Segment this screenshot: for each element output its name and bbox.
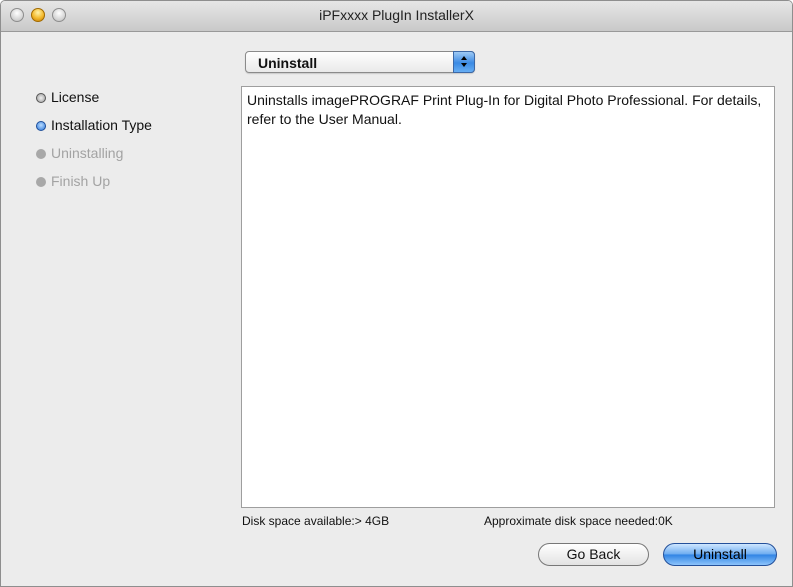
go-back-button[interactable]: Go Back bbox=[538, 543, 649, 566]
updown-arrows-icon bbox=[453, 51, 475, 73]
step-label: License bbox=[51, 89, 100, 105]
install-type-select[interactable]: Uninstall bbox=[245, 51, 475, 73]
step-current-bullet-icon bbox=[36, 121, 46, 131]
step-license: License bbox=[36, 89, 226, 117]
step-done-bullet-icon bbox=[36, 93, 46, 103]
install-type-select-value: Uninstall bbox=[258, 55, 318, 71]
disk-space-available: Disk space available:> 4GB bbox=[242, 514, 390, 528]
description-text: Uninstalls imagePROGRAF Print Plug-In fo… bbox=[247, 92, 762, 127]
installer-steps: License Installation Type Uninstalling F… bbox=[36, 89, 226, 201]
step-finish-up: Finish Up bbox=[36, 173, 226, 201]
disk-space-needed: Approximate disk space needed:0K bbox=[484, 514, 673, 528]
title-bar[interactable]: iPFxxxx PlugIn InstallerX bbox=[1, 1, 792, 32]
step-pending-bullet-icon bbox=[36, 149, 46, 159]
description-panel[interactable]: Uninstalls imagePROGRAF Print Plug-In fo… bbox=[241, 86, 775, 508]
window-title: iPFxxxx PlugIn InstallerX bbox=[319, 7, 474, 23]
step-label: Installation Type bbox=[51, 117, 152, 133]
uninstall-button[interactable]: Uninstall bbox=[663, 543, 777, 566]
step-installation-type: Installation Type bbox=[36, 117, 226, 145]
step-pending-bullet-icon bbox=[36, 177, 46, 187]
step-label: Finish Up bbox=[51, 173, 111, 189]
step-uninstalling: Uninstalling bbox=[36, 145, 226, 173]
installer-window: iPFxxxx PlugIn InstallerX Uninstall Lice… bbox=[0, 0, 793, 587]
step-label: Uninstalling bbox=[51, 145, 124, 161]
